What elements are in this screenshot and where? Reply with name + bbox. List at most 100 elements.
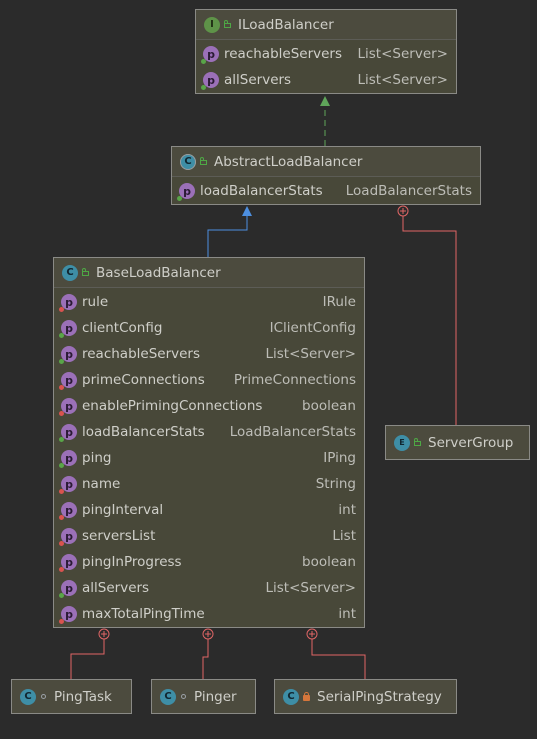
field-list: p rule IRule p clientConfig IClientConfi… [54, 288, 364, 627]
class-icon: C [160, 688, 176, 705]
interface-iloadbalancer[interactable]: I ILoadBalancer p reachableServers List<… [195, 9, 457, 94]
inner-edge-serialpingstrategy [311, 639, 366, 679]
class-icon: C [283, 688, 299, 705]
public-lock-icon [199, 157, 208, 166]
field-row[interactable]: p maxTotalPingTime int [54, 601, 364, 627]
field-row[interactable]: p pingInProgress boolean [54, 549, 364, 575]
property-icon: p [59, 294, 77, 312]
inner-class-marker [98, 628, 110, 640]
field-name: pingInProgress [82, 554, 182, 570]
field-name: reachableServers [82, 346, 201, 362]
field-name: pingInterval [82, 502, 164, 518]
inner-class-marker [202, 628, 214, 640]
field-row[interactable]: p loadBalancerStats LoadBalancerStats [172, 178, 480, 204]
enum-servergroup[interactable]: E ServerGroup [385, 425, 530, 460]
field-row[interactable]: p ping IPing [54, 445, 364, 471]
property-icon: p [59, 606, 77, 624]
property-icon: p [59, 554, 77, 572]
box-header: C BaseLoadBalancer [54, 258, 364, 288]
field-row[interactable]: p allServers List<Server> [54, 575, 364, 601]
field-name: serversList [82, 528, 156, 544]
property-icon: p [59, 398, 77, 416]
property-icon: p [59, 580, 77, 598]
field-type: IRule [322, 294, 356, 310]
class-icon: C [20, 688, 36, 705]
private-lock-icon [302, 692, 311, 701]
class-pingtask[interactable]: C PingTask [11, 679, 132, 714]
property-icon: p [59, 346, 77, 364]
field-type: IClientConfig [269, 320, 356, 336]
field-type: String [315, 476, 356, 492]
property-icon: p [177, 183, 195, 201]
property-icon: p [59, 476, 77, 494]
class-name: BaseLoadBalancer [96, 264, 221, 281]
field-list: p reachableServers List<Server> p allSer… [196, 40, 456, 93]
inner-class-marker [306, 628, 318, 640]
field-type: boolean [302, 554, 356, 570]
field-type: int [338, 502, 356, 518]
property-icon: p [59, 528, 77, 546]
field-name: clientConfig [82, 320, 163, 336]
field-name: reachableServers [224, 46, 343, 62]
property-icon: p [59, 424, 77, 442]
extends-edge [207, 216, 248, 257]
box-header: C SerialPingStrategy [275, 680, 456, 713]
field-name: allServers [82, 580, 150, 596]
extends-arrowhead [242, 206, 252, 216]
class-serialpingstrategy[interactable]: C SerialPingStrategy [274, 679, 457, 714]
box-header: E ServerGroup [386, 426, 529, 459]
field-name: loadBalancerStats [200, 183, 323, 199]
property-icon: p [201, 46, 219, 64]
inner-edge-servergroup [402, 216, 457, 425]
public-lock-icon [413, 438, 422, 447]
field-name: allServers [224, 72, 292, 88]
field-row[interactable]: p loadBalancerStats LoadBalancerStats [54, 419, 364, 445]
field-row[interactable]: p pingInterval int [54, 497, 364, 523]
inner-class-marker [397, 205, 409, 217]
field-name: ping [82, 450, 112, 466]
class-name: SerialPingStrategy [317, 688, 442, 705]
field-name: name [82, 476, 121, 492]
property-icon: p [201, 72, 219, 90]
inner-edge-pingtask [70, 639, 105, 679]
class-name: Pinger [194, 688, 237, 705]
field-row[interactable]: p name String [54, 471, 364, 497]
field-name: loadBalancerStats [82, 424, 205, 440]
class-pinger[interactable]: C Pinger [151, 679, 256, 714]
public-lock-icon [223, 20, 232, 29]
field-type: List<Server> [265, 580, 357, 596]
field-name: primeConnections [82, 372, 205, 388]
class-name: PingTask [54, 688, 112, 705]
class-abstractloadbalancer[interactable]: C AbstractLoadBalancer p loadBalancerSta… [171, 146, 481, 205]
field-type: LoadBalancerStats [345, 183, 472, 199]
box-header: C AbstractLoadBalancer [172, 147, 480, 177]
field-type: IPing [323, 450, 356, 466]
field-name: maxTotalPingTime [82, 606, 205, 622]
field-type: List<Server> [265, 346, 357, 362]
box-header: I ILoadBalancer [196, 10, 456, 40]
enum-icon: E [394, 434, 410, 451]
field-type: LoadBalancerStats [229, 424, 356, 440]
field-row[interactable]: p rule IRule [54, 289, 364, 315]
field-row[interactable]: p primeConnections PrimeConnections [54, 367, 364, 393]
field-name: enablePrimingConnections [82, 398, 263, 414]
field-type: List<Server> [357, 46, 449, 62]
class-name: AbstractLoadBalancer [214, 153, 363, 170]
package-visibility-icon [179, 692, 188, 701]
field-row[interactable]: p reachableServers List<Server> [196, 41, 456, 67]
box-header: C PingTask [12, 680, 131, 713]
public-lock-icon [81, 268, 90, 277]
field-row[interactable]: p serversList List [54, 523, 364, 549]
class-baseloadbalancer[interactable]: C BaseLoadBalancer p rule IRule p client… [53, 257, 365, 628]
field-row[interactable]: p enablePrimingConnections boolean [54, 393, 364, 419]
field-name: rule [82, 294, 109, 310]
property-icon: p [59, 502, 77, 520]
implements-arrowhead [320, 96, 330, 106]
field-row[interactable]: p clientConfig IClientConfig [54, 315, 364, 341]
field-type: PrimeConnections [233, 372, 356, 388]
field-row[interactable]: p allServers List<Server> [196, 67, 456, 93]
interface-name: ILoadBalancer [238, 16, 334, 33]
field-row[interactable]: p reachableServers List<Server> [54, 341, 364, 367]
field-type: boolean [302, 398, 356, 414]
field-type: List<Server> [357, 72, 449, 88]
